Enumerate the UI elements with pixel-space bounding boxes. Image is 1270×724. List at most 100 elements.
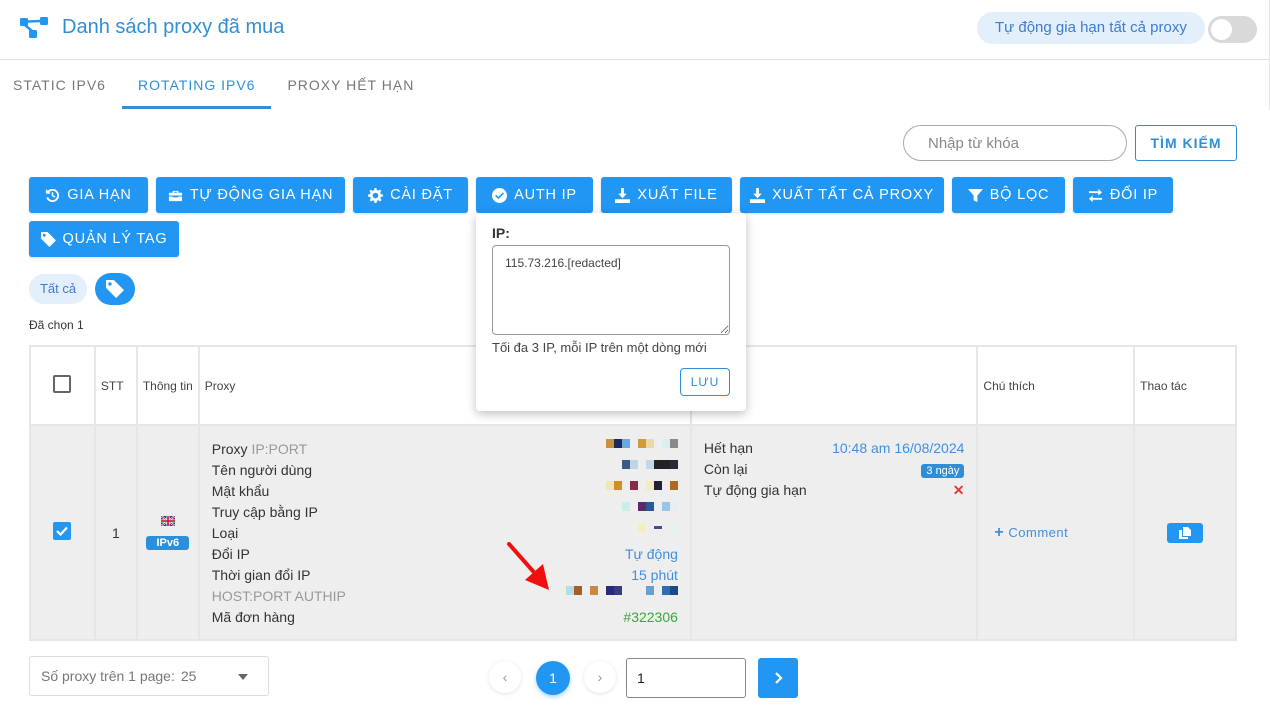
tag-filter-all[interactable]: Tất cả — [29, 274, 87, 304]
tab-expired-proxy[interactable]: PROXY HẾT HẠN — [271, 62, 430, 109]
chevron-down-icon — [238, 674, 248, 680]
order-id-link[interactable]: #322306 — [623, 607, 678, 628]
filter-icon — [967, 188, 983, 202]
row-stt: 1 — [93, 424, 138, 641]
proxy-field-username: Tên người dùng — [200, 460, 690, 481]
export-file-label: XUẤT FILE — [637, 187, 718, 203]
auto-renew-label: Tự động gia hạn — [703, 482, 807, 498]
auto-renew-row: Tự động gia hạn ✕ — [692, 480, 977, 501]
proxy-field-order-id: Mã đơn hàng #322306 — [200, 607, 690, 628]
export-file-button[interactable]: XUẤT FILE — [601, 177, 732, 213]
proxy-field-change-ip: Đổi IP Tự động — [200, 544, 690, 565]
ip-textarea[interactable]: 115.73.216.[redacted] — [492, 245, 730, 335]
search-button[interactable]: TÌM KIẾM — [1135, 125, 1237, 161]
field-label: HOST:PORT AUTHIP — [211, 588, 346, 604]
page-size-select[interactable]: Số proxy trên 1 page: 25 — [29, 656, 269, 696]
redacted-value[interactable] — [565, 586, 678, 595]
tab-static-ipv6[interactable]: STATIC IPV6 — [0, 62, 122, 109]
selected-count: Đã chọn 1 — [29, 318, 84, 332]
tag-icon — [40, 231, 56, 247]
renew-button[interactable]: GIA HẠN — [29, 177, 148, 213]
filter-label: BỘ LỌC — [989, 187, 1050, 203]
auto-renew-button[interactable]: TỰ ĐỘNG GIA HẠN — [156, 177, 345, 213]
field-label: Truy cập bằng IP — [211, 504, 318, 520]
manage-tag-button[interactable]: QUẢN LÝ TAG — [29, 221, 179, 257]
goto-page-input[interactable] — [626, 658, 746, 698]
uk-flag-icon — [160, 515, 175, 526]
header-action: Thao tác — [1133, 345, 1237, 426]
auth-ip-button[interactable]: AUTH IP — [476, 177, 593, 213]
field-label: Đổi IP — [211, 546, 250, 562]
settings-button[interactable]: CÀI ĐẶT — [353, 177, 468, 213]
redacted-value[interactable] — [605, 439, 678, 448]
field-label: Mã đơn hàng — [211, 609, 295, 625]
settings-label: CÀI ĐẶT — [390, 187, 453, 203]
header-stt: STT — [93, 345, 138, 426]
row-action — [1133, 424, 1237, 641]
add-comment-link[interactable]: + Comment — [978, 523, 1069, 541]
remaining-label: Còn lại — [703, 461, 748, 477]
gear-icon — [368, 187, 384, 203]
change-ip-button[interactable]: ĐỔI IP — [1073, 177, 1173, 213]
field-label: Mật khẩu — [211, 483, 270, 499]
renew-label: GIA HẠN — [67, 187, 132, 203]
select-all-checkbox[interactable] — [53, 375, 72, 393]
row-checkbox[interactable] — [53, 522, 72, 540]
row-expiry: Hết hạn 10:48 am 16/08/2024 Còn lại 3 ng… — [689, 424, 979, 641]
history-icon — [46, 188, 60, 202]
comment-label: Comment — [1008, 524, 1069, 540]
field-label-suffix: IP:PORT — [251, 441, 308, 457]
page-1-button[interactable]: 1 — [536, 661, 570, 695]
toggle-knob — [1211, 19, 1232, 40]
tab-bar: STATIC IPV6 ROTATING IPV6 PROXY HẾT HẠN — [0, 62, 430, 110]
copy-button[interactable] — [1167, 522, 1204, 543]
row-proxy-details: Proxy IP:PORT Tên người dùng Mật khẩu Tr… — [197, 424, 692, 641]
network-icon — [20, 17, 48, 38]
proxy-field-ip-port: Proxy IP:PORT — [200, 439, 690, 460]
toolbox-icon — [168, 190, 182, 201]
redacted-value[interactable] — [621, 460, 678, 469]
ip-hint: Tối đa 3 IP, mỗi IP trên một dòng mới — [492, 340, 707, 355]
goto-page-button[interactable] — [758, 658, 798, 698]
next-page-button[interactable]: › — [584, 661, 616, 693]
field-label: Proxy — [211, 441, 248, 457]
ip-label: IP: — [492, 225, 510, 241]
proxy-field-host-port-authip: HOST:PORT AUTHIP — [200, 586, 690, 607]
page-title: Danh sách proxy đã mua — [62, 16, 285, 38]
manage-tag-label: QUẢN LÝ TAG — [62, 231, 168, 247]
auth-ip-popover: IP: 115.73.216.[redacted] Tối đa 3 IP, m… — [476, 213, 746, 411]
redacted-value[interactable] — [621, 502, 678, 511]
tag-filter-button[interactable] — [95, 273, 135, 305]
tab-rotating-ipv6[interactable]: ROTATING IPV6 — [121, 62, 272, 109]
row-select-cell[interactable] — [29, 424, 96, 641]
auth-ip-label: AUTH IP — [514, 187, 577, 203]
auto-renew-all-toggle[interactable] — [1208, 16, 1257, 43]
tag-icon — [106, 280, 124, 298]
page-size-label: Số proxy trên 1 page: — [41, 668, 175, 684]
redacted-value[interactable] — [605, 481, 678, 490]
copy-icon — [1179, 526, 1192, 539]
table-row: 1 IPv6 Proxy IP:PORT Tên người dùng Mật … — [29, 424, 1237, 641]
filter-button[interactable]: BỘ LỌC — [952, 177, 1065, 213]
prev-page-button[interactable]: ‹ — [489, 661, 521, 693]
checkmark-icon — [56, 526, 69, 537]
field-label: Tên người dùng — [211, 462, 313, 478]
field-value: Tự động — [624, 546, 678, 562]
ip-type-badge: IPv6 — [146, 535, 190, 550]
remaining-row: Còn lại 3 ngày — [692, 459, 977, 480]
header-info: Thông tin — [135, 345, 200, 426]
download-icon — [615, 187, 631, 203]
field-label: Loại — [211, 525, 239, 541]
change-ip-label: ĐỔI IP — [1109, 187, 1159, 203]
proxy-field-password: Mật khẩu — [200, 481, 690, 502]
header-select-all[interactable] — [29, 345, 96, 426]
export-all-button[interactable]: XUẤT TẤT CẢ PROXY — [740, 177, 944, 213]
proxy-field-type: Loại — [200, 523, 690, 544]
plus-icon: + — [994, 523, 1005, 541]
proxy-field-change-interval: Thời gian đổi IP 15 phút — [200, 565, 690, 586]
row-info: IPv6 — [135, 424, 200, 641]
page-size-value: 25 — [180, 668, 197, 684]
save-button[interactable]: LƯU — [680, 368, 730, 396]
redacted-value[interactable] — [629, 523, 678, 532]
search-input[interactable] — [903, 125, 1127, 161]
